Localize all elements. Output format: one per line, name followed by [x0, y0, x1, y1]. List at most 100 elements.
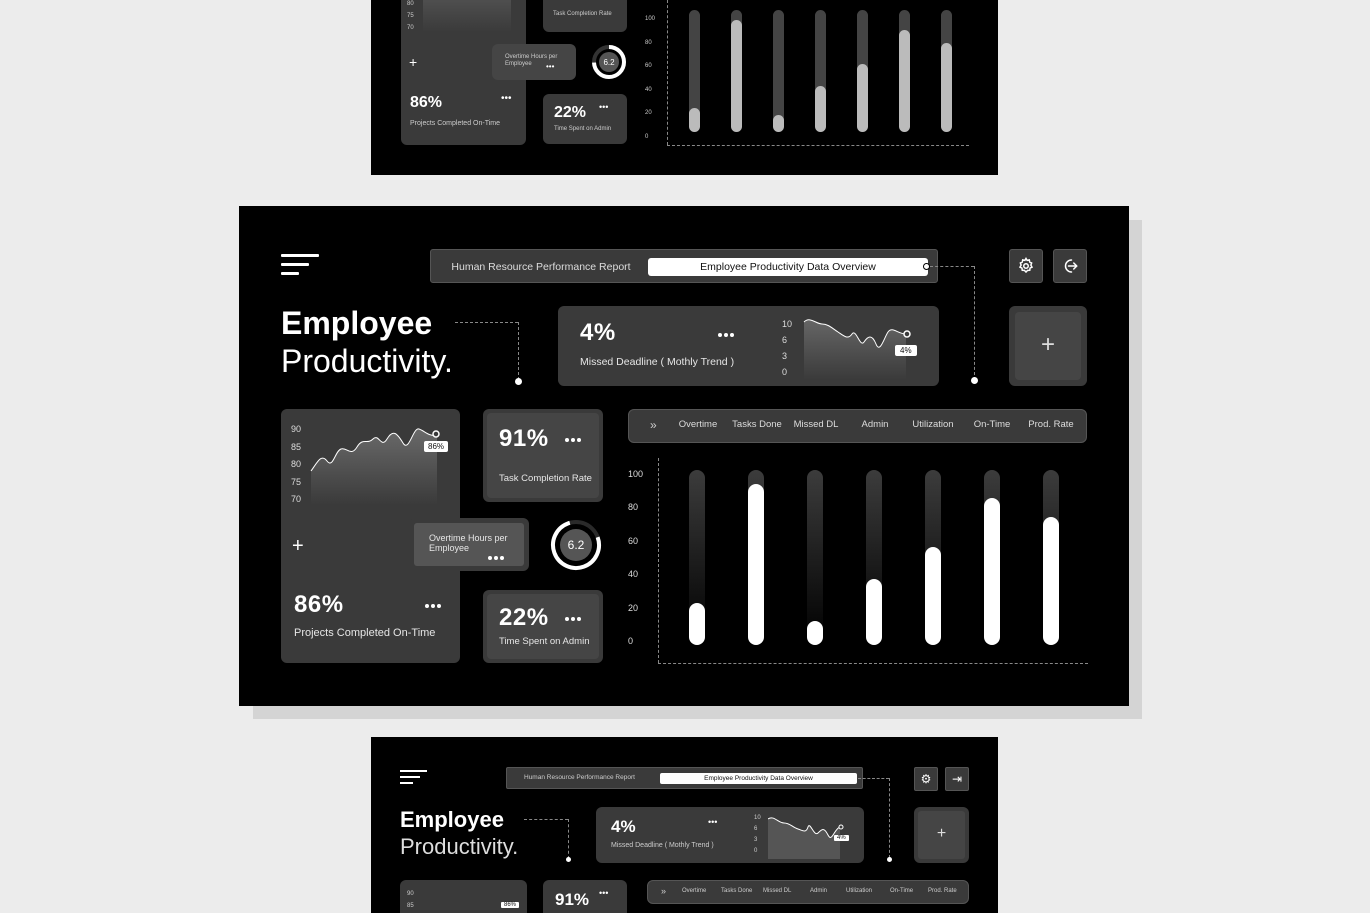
top-bar-fill [773, 114, 784, 132]
y-tick-100: 100 [628, 469, 644, 479]
missed-deadline-card: 4% Missed Deadline ( Mothly Trend ) 10 6… [558, 306, 939, 386]
gear-icon [1018, 257, 1034, 274]
plus-icon[interactable]: + [292, 535, 304, 558]
top-bar-fill [815, 85, 826, 132]
more-icon[interactable] [565, 429, 583, 447]
overtime-inner: Overtime Hours per Employee [414, 523, 524, 566]
bottom-col-overtime[interactable]: Overtime [682, 888, 706, 894]
missed-deadline-value: 4% [580, 319, 616, 346]
more-icon[interactable]: ••• [599, 888, 608, 898]
bottom-title-connector-v [568, 819, 569, 859]
top-bar [899, 10, 910, 132]
add-button[interactable]: + [918, 811, 965, 859]
bottom-title-line1: Employee [400, 807, 504, 832]
tab-productivity-overview[interactable]: Employee Productivity Data Overview [648, 258, 928, 276]
title-connector-dot [515, 378, 522, 385]
logout-button[interactable] [1053, 249, 1087, 283]
bottom-add-card: + [914, 807, 969, 863]
admin-label: Time Spent on Admin [499, 636, 590, 647]
top-bar [815, 10, 826, 132]
add-button[interactable]: + [1015, 312, 1081, 380]
col-tasks-done[interactable]: Tasks Done [727, 419, 787, 430]
bottom-connector-dot [887, 857, 892, 862]
connector-v [974, 266, 975, 380]
bottom-col-admin[interactable]: Admin [810, 888, 827, 894]
bottom-col-on-time[interactable]: On-Time [890, 888, 913, 894]
title-connector-v [518, 322, 519, 380]
menu-icon[interactable] [400, 770, 428, 784]
top-bar [773, 10, 784, 132]
col-missed-dl[interactable]: Missed DL [786, 419, 846, 430]
y-tick-20: 20 [628, 603, 639, 613]
top-bar-fill [689, 107, 700, 132]
bottom-tab-bar: Human Resource Performance Report Employ… [506, 767, 863, 789]
admin-value: 22% [499, 604, 549, 631]
bottom-md-label: Missed Deadline ( Mothly Trend ) [611, 842, 714, 849]
projects-label: Projects Completed On-Time [294, 627, 436, 639]
projects-badge: 86% [424, 441, 449, 452]
plus-icon: + [1040, 331, 1055, 358]
bottom-tab-productivity[interactable]: Employee Productivity Data Overview [660, 773, 857, 784]
bottom-connector-h [858, 778, 889, 779]
bottom-md-value: 4% [611, 817, 636, 836]
bottom-col-utilization[interactable]: Utilization [846, 888, 872, 894]
chart-x-axis [658, 663, 1088, 664]
tab-hr-report[interactable]: Human Resource Performance Report [441, 258, 641, 276]
y-tick-40: 40 [628, 569, 639, 579]
bottom-preview-frame: Human Resource Performance Report Employ… [371, 737, 998, 913]
more-icon[interactable]: ••• [708, 817, 717, 827]
col-overtime[interactable]: Overtime [668, 419, 728, 430]
connector-h [930, 266, 974, 267]
menu-icon[interactable] [281, 254, 321, 276]
chevron-right-icon[interactable]: » [650, 418, 657, 432]
top-chart-axis [667, 0, 668, 145]
bottom-task-card: 91% ••• [543, 880, 627, 913]
more-icon[interactable] [565, 608, 583, 626]
bottom-col-missed-dl[interactable]: Missed DL [763, 888, 791, 894]
bottom-settings-button[interactable]: ⚙ [914, 767, 938, 791]
overtime-card: Overtime Hours per Employee [409, 518, 529, 571]
bottom-chart-header: » Overtime Tasks Done Missed DL Admin Ut… [647, 880, 969, 904]
projects-area-chart [310, 428, 440, 505]
more-icon[interactable] [425, 595, 443, 613]
bottom-tab-hr[interactable]: Human Resource Performance Report [524, 774, 635, 781]
col-admin[interactable]: Admin [845, 419, 905, 430]
bottom-logout-button[interactable]: ⇥ [945, 767, 969, 791]
more-icon[interactable] [488, 547, 506, 565]
page-title-line1: Employee [281, 305, 433, 341]
missed-deadline-ticks: 10 6 3 0 [782, 319, 793, 377]
top-preview-frame: 80 75 70 + 86% ••• Projects Completed On… [371, 0, 998, 175]
task-completion-inner: 91% Task Completion Rate [487, 413, 599, 498]
bottom-task-value: 91% [555, 890, 590, 909]
task-completion-value: 91% [499, 425, 549, 452]
missed-deadline-label: Missed Deadline ( Mothly Trend ) [580, 356, 735, 368]
col-on-time[interactable]: On-Time [962, 419, 1022, 430]
bottom-title-line2: Productivity. [400, 834, 519, 859]
projects-ticks: 90 85 80 75 70 [291, 424, 302, 504]
bottom-md-badge: 4% [834, 835, 849, 841]
col-utilization[interactable]: Utilization [903, 419, 963, 430]
bottom-col-tasks-done[interactable]: Tasks Done [721, 888, 752, 894]
connector-end-dot [971, 377, 978, 384]
more-icon[interactable] [718, 324, 736, 342]
plus-icon: + [936, 825, 947, 842]
settings-button[interactable] [1009, 249, 1043, 283]
chevron-right-icon[interactable]: » [661, 886, 666, 896]
col-prod-rate[interactable]: Prod. Rate [1021, 419, 1081, 430]
chart-y-axis [658, 458, 659, 663]
admin-inner: 22% Time Spent on Admin [487, 594, 599, 659]
bottom-projects-ticks: 90 85 [407, 891, 414, 909]
bottom-title-dot [566, 857, 571, 862]
bottom-col-prod-rate[interactable]: Prod. Rate [928, 888, 957, 894]
top-bar-fill [899, 29, 910, 132]
bottom-projects-badge: 86% [501, 902, 520, 908]
admin-card: 22% Time Spent on Admin [483, 590, 603, 663]
gauge-value: 6.2 [568, 538, 585, 552]
tab-connector-dot [923, 263, 930, 270]
task-completion-label: Task Completion Rate [499, 473, 592, 484]
bottom-connector-v [889, 778, 890, 858]
top-bar-fill [731, 19, 742, 132]
top-bar-chart [371, 0, 998, 175]
projects-value: 86% [294, 591, 344, 618]
tab-bar: Human Resource Performance Report Employ… [430, 249, 938, 283]
